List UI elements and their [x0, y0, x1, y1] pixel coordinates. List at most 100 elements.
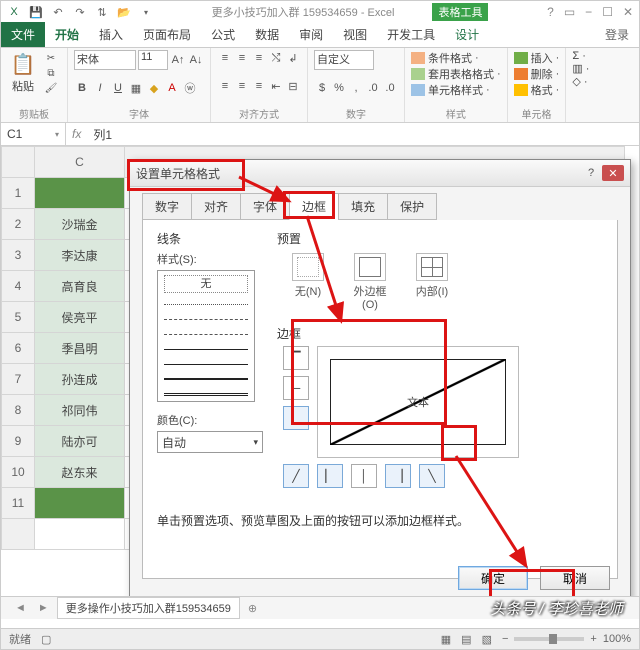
merge-icon[interactable]: ⊟	[285, 78, 301, 94]
border-middle-button[interactable]: ─	[283, 376, 309, 400]
sort-icon[interactable]: ⇅	[95, 5, 109, 19]
view-normal-icon[interactable]: ▦	[441, 633, 451, 646]
redo-icon[interactable]: ↷	[73, 5, 87, 19]
border-vcenter-button[interactable]: │	[351, 464, 377, 488]
align-bottom-icon[interactable]: ≡	[251, 50, 267, 66]
row-header[interactable]: 8	[2, 395, 35, 426]
row-header[interactable]: 3	[2, 240, 35, 271]
row-header[interactable]: 5	[2, 302, 35, 333]
ok-button[interactable]: 确定	[458, 566, 528, 590]
format-painter-icon[interactable]: 🖌	[41, 81, 61, 95]
border-left-button[interactable]: ▏	[317, 464, 343, 488]
align-top-icon[interactable]: ≡	[217, 50, 233, 66]
row-header[interactable]: 11	[2, 488, 35, 519]
cancel-button[interactable]: 取消	[540, 566, 610, 590]
align-middle-icon[interactable]: ≡	[234, 50, 250, 66]
percent-icon[interactable]: %	[331, 80, 347, 96]
color-select[interactable]: 自动 ▾	[157, 431, 263, 453]
cut-icon[interactable]: ✂	[41, 51, 61, 65]
fill-color-icon[interactable]: ◆	[146, 80, 162, 96]
name-box[interactable]: C1▾	[1, 123, 66, 145]
increase-decimal-icon[interactable]: .0	[365, 80, 381, 96]
align-left-icon[interactable]: ≡	[217, 78, 233, 94]
align-center-icon[interactable]: ≡	[234, 78, 250, 94]
paste-button[interactable]: 📋 粘贴	[7, 50, 39, 96]
tab-formulas[interactable]: 公式	[201, 22, 245, 47]
row-header[interactable]: 2	[2, 209, 35, 240]
dlg-tab-fill[interactable]: 填充	[338, 193, 388, 220]
bold-icon[interactable]: B	[74, 80, 90, 96]
formula-content[interactable]: 列1	[87, 126, 639, 143]
qat-dropdown-icon[interactable]: ▾	[139, 5, 153, 19]
copy-icon[interactable]: ⧉	[41, 66, 61, 80]
border-diag-down-button[interactable]: ╲	[419, 464, 445, 488]
view-break-icon[interactable]: ▧	[482, 633, 492, 646]
row-header[interactable]: 10	[2, 457, 35, 488]
tab-design[interactable]: 设计	[445, 22, 489, 47]
underline-icon[interactable]: U	[110, 80, 126, 96]
row-header[interactable]: 4	[2, 271, 35, 302]
dlg-tab-border[interactable]: 边框	[289, 193, 339, 220]
currency-icon[interactable]: $	[314, 80, 330, 96]
ribbon-collapse-icon[interactable]: ▭	[564, 5, 575, 19]
tab-file[interactable]: 文件	[1, 22, 45, 47]
conditional-format-button[interactable]: 条件格式 ·	[411, 50, 501, 66]
view-page-icon[interactable]: ▤	[461, 633, 471, 646]
save-icon[interactable]: 💾	[29, 5, 43, 19]
orientation-icon[interactable]: ⤭	[268, 50, 284, 66]
font-name-select[interactable]: 宋体	[74, 50, 136, 70]
dlg-tab-font[interactable]: 字体	[240, 193, 290, 220]
table-format-button[interactable]: 套用表格格式 ·	[411, 66, 501, 82]
border-icon[interactable]: ▦	[128, 80, 144, 96]
undo-icon[interactable]: ↶	[51, 5, 65, 19]
dialog-close-icon[interactable]: ✕	[602, 165, 624, 181]
fill-icon[interactable]: ▥ ·	[572, 62, 589, 75]
cell-style-button[interactable]: 单元格样式 ·	[411, 82, 501, 98]
cell-c3[interactable]: 李达康	[35, 240, 125, 271]
tab-review[interactable]: 审阅	[289, 22, 333, 47]
insert-button[interactable]: 插入 ·	[514, 50, 560, 66]
preset-outline[interactable]: 外边框(O)	[349, 253, 391, 311]
dlg-tab-alignment[interactable]: 对齐	[191, 193, 241, 220]
decrease-font-icon[interactable]: A↓	[188, 52, 204, 68]
new-sheet-icon[interactable]: ⊕	[244, 602, 261, 615]
macro-record-icon[interactable]: ▢	[41, 633, 51, 646]
cell-c7[interactable]: 孙连成	[35, 364, 125, 395]
sheet-nav-prev-icon[interactable]: ◄	[11, 602, 30, 614]
fx-icon[interactable]: fx	[66, 127, 87, 141]
wrap-text-icon[interactable]: ↲	[285, 50, 301, 66]
border-top-button[interactable]: ▔	[283, 346, 309, 370]
phonetic-icon[interactable]: ⓦ	[182, 80, 198, 96]
dialog-help-icon[interactable]: ?	[580, 165, 602, 181]
decrease-decimal-icon[interactable]: .0	[382, 80, 398, 96]
cell-c11[interactable]	[35, 488, 125, 519]
col-header-c[interactable]: C	[35, 147, 125, 178]
cell-c10[interactable]: 赵东来	[35, 457, 125, 488]
tab-developer[interactable]: 开发工具	[377, 22, 445, 47]
preset-inside[interactable]: 内部(I)	[411, 253, 453, 311]
dlg-tab-number[interactable]: 数字	[142, 193, 192, 220]
align-right-icon[interactable]: ≡	[251, 78, 267, 94]
border-right-button[interactable]: ▕	[385, 464, 411, 488]
tab-data[interactable]: 数据	[245, 22, 289, 47]
zoom-slider[interactable]: −+ 100%	[502, 633, 631, 645]
autosum-icon[interactable]: Σ ·	[572, 50, 589, 62]
clear-icon[interactable]: ◇ ·	[572, 75, 589, 88]
line-style-list[interactable]: 无	[157, 270, 255, 402]
dialog-titlebar[interactable]: 设置单元格格式 ? ✕	[130, 160, 630, 187]
cell-c8[interactable]: 祁同伟	[35, 395, 125, 426]
open-icon[interactable]: 📂	[117, 5, 131, 19]
tab-insert[interactable]: 插入	[89, 22, 133, 47]
italic-icon[interactable]: I	[92, 80, 108, 96]
line-style-none[interactable]: 无	[164, 275, 248, 293]
tab-home[interactable]: 开始	[45, 22, 89, 47]
select-all-corner[interactable]	[2, 147, 35, 178]
indent-dec-icon[interactable]: ⇤	[268, 78, 284, 94]
border-bottom-button[interactable]: ▁	[283, 406, 309, 430]
format-button[interactable]: 格式 ·	[514, 82, 560, 98]
increase-font-icon[interactable]: A↑	[170, 52, 186, 68]
cell-c9[interactable]: 陆亦可	[35, 426, 125, 457]
row-header[interactable]: 7	[2, 364, 35, 395]
cell-c5[interactable]: 侯亮平	[35, 302, 125, 333]
tab-view[interactable]: 视图	[333, 22, 377, 47]
